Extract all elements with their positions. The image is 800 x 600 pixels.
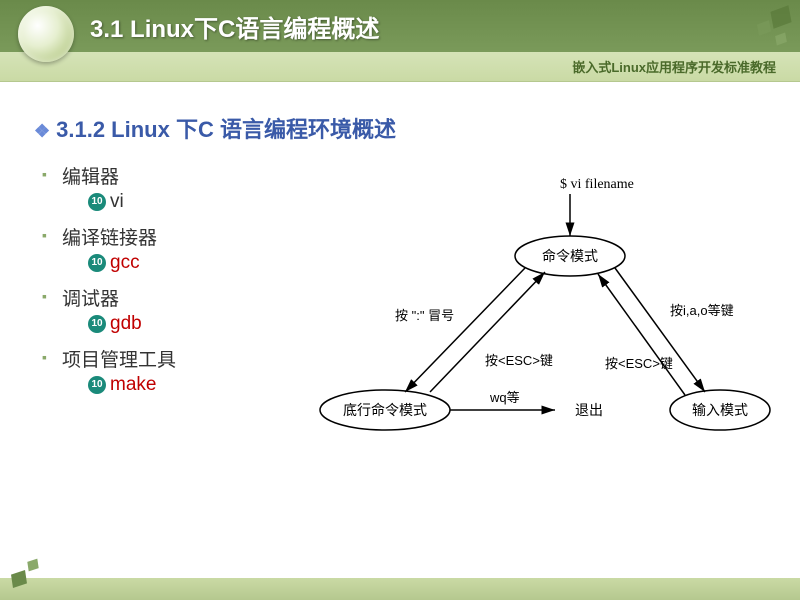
slide-subheader: 嵌入式Linux应用程序开发标准教程 [0, 52, 800, 82]
section-heading-text: 3.1.2 Linux 下C 语言编程环境概述 [56, 117, 396, 142]
edge-lastline-to-cmd [430, 272, 545, 392]
outline-subitem-label: make [110, 374, 156, 395]
diamond-bullet-icon: ❖ [34, 121, 50, 141]
node-insert-label: 输入模式 [692, 403, 748, 419]
number-badge-icon: 10 [88, 254, 106, 272]
vi-mode-diagram: $ vi filename 命令模式 底行命令模式 输入模式 按 ":" 冒号 … [300, 170, 780, 470]
outline-subitem-label: vi [110, 191, 124, 212]
footer-bar [0, 578, 800, 600]
outline-subitem-label: gcc [110, 252, 140, 273]
node-exit-label: 退出 [575, 403, 603, 419]
edge-insert-to-cmd [598, 274, 685, 395]
node-lastline-label: 底行命令模式 [343, 402, 427, 419]
number-badge-icon: 10 [88, 376, 106, 394]
corner-decoration-bl [8, 542, 68, 592]
slide-title: 3.1 Linux下C语言编程概述 [90, 9, 379, 44]
outline-item-label: 编辑器 [62, 167, 119, 188]
outline-item-label: 项目管理工具 [62, 350, 176, 371]
edge-cmd-to-lastline [405, 268, 525, 392]
cmd-input-text: $ vi filename [560, 177, 634, 192]
slide-header: 3.1 Linux下C语言编程概述 [0, 0, 800, 52]
edge-label-to-insert: 按i,a,o等键 [670, 303, 734, 318]
number-badge-icon: 10 [88, 193, 106, 211]
corner-decoration-tr [710, 0, 800, 70]
edge-label-from-insert: 按<ESC>键 [605, 356, 673, 371]
edge-cmd-to-insert [615, 268, 705, 392]
edge-label-to-lastline: 按 ":" 冒号 [395, 308, 454, 323]
outline-item-label: 调试器 [62, 289, 119, 310]
outline-item-label: 编译链接器 [62, 228, 157, 249]
edge-label-from-lastline: 按<ESC>键 [485, 353, 553, 368]
outline-subitem-label: gdb [110, 313, 142, 334]
node-command-label: 命令模式 [542, 248, 598, 265]
number-badge-icon: 10 [88, 315, 106, 333]
section-heading: ❖ 3.1.2 Linux 下C 语言编程环境概述 [34, 112, 780, 144]
edge-label-wq: wq等 [489, 390, 520, 405]
logo-badge [18, 6, 74, 62]
